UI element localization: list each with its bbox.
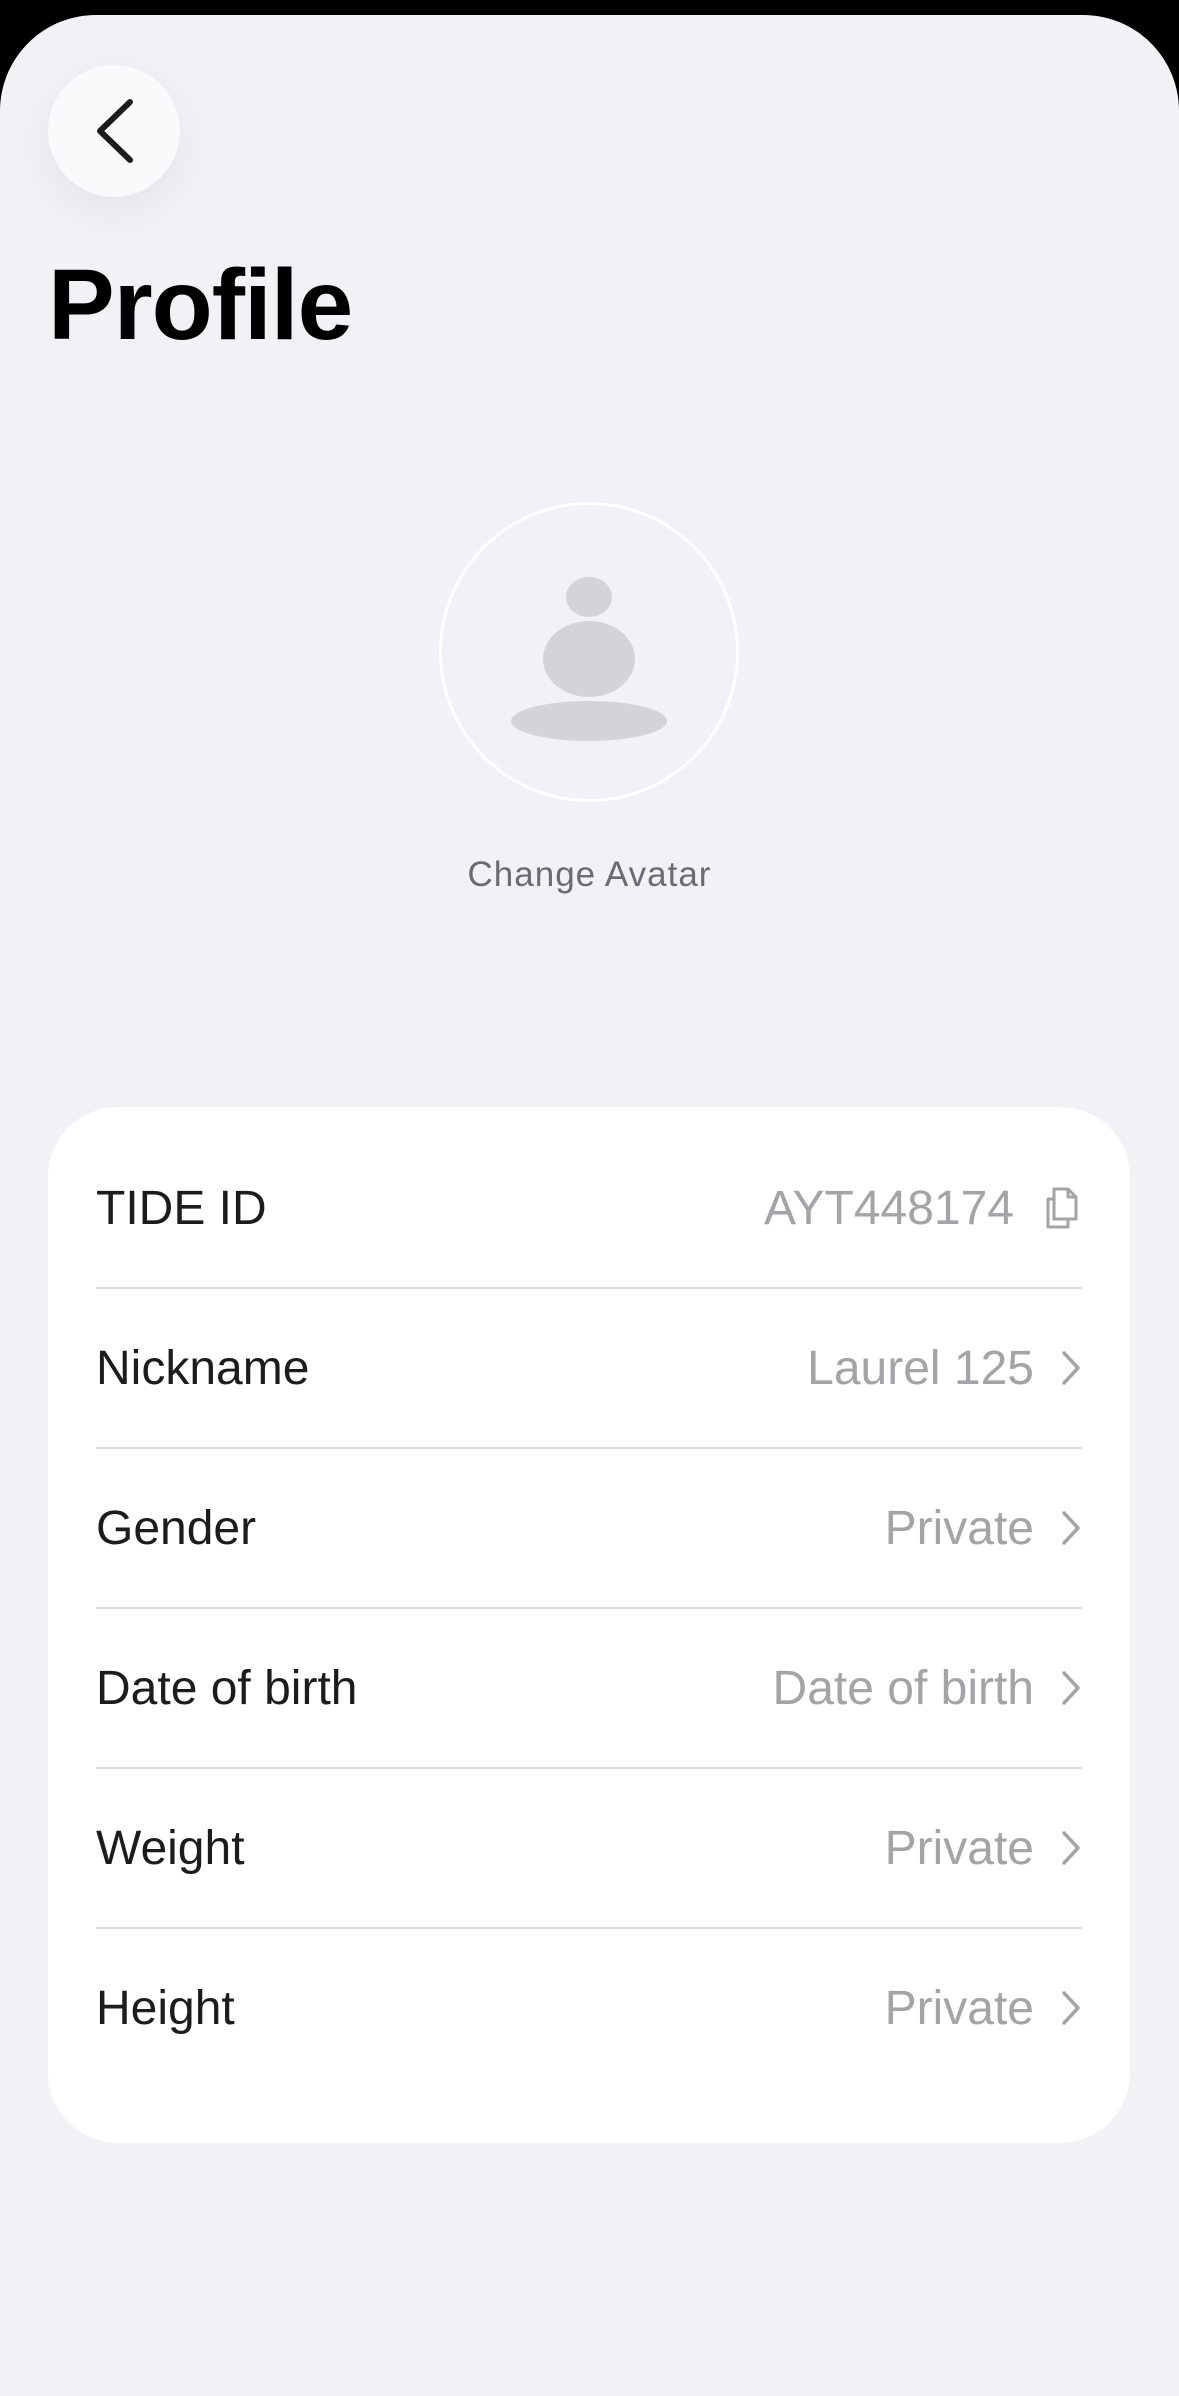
chevron-right-icon (1060, 1830, 1082, 1866)
profile-row-height[interactable]: Height Private (96, 1927, 1082, 2087)
chevron-right-icon (1060, 1990, 1082, 2026)
row-value: Private (884, 1981, 1034, 2035)
row-value: Laurel 125 (807, 1341, 1034, 1395)
profile-row-nickname[interactable]: Nickname Laurel 125 (96, 1287, 1082, 1447)
row-value: Private (884, 1821, 1034, 1875)
person-placeholder-icon (511, 577, 667, 741)
chevron-right-icon (1060, 1670, 1082, 1706)
avatar[interactable] (439, 502, 739, 802)
row-right: Private (885, 1981, 1082, 2036)
profile-screen: Profile Change Avatar TIDE ID AYT448174 (0, 15, 1179, 2396)
row-right: Date of birth (773, 1661, 1082, 1716)
row-label: Nickname (96, 1341, 310, 1395)
profile-row-tide-id: TIDE ID AYT448174 (96, 1129, 1082, 1287)
profile-row-date-of-birth[interactable]: Date of birth Date of birth (96, 1607, 1082, 1767)
row-value: Private (884, 1501, 1034, 1555)
page-title: Profile (48, 249, 353, 361)
tide-id-value: AYT448174 (764, 1181, 1014, 1235)
row-right: AYT448174 (764, 1181, 1082, 1236)
row-label: Date of birth (96, 1661, 358, 1715)
back-button[interactable] (48, 65, 180, 197)
profile-row-weight[interactable]: Weight Private (96, 1767, 1082, 1927)
row-label: Height (96, 1981, 235, 2035)
profile-row-gender[interactable]: Gender Private (96, 1447, 1082, 1607)
row-label: Gender (96, 1501, 257, 1555)
copy-icon[interactable] (1042, 1185, 1082, 1231)
row-label: TIDE ID (96, 1181, 267, 1235)
chevron-left-icon (97, 99, 133, 163)
profile-card: TIDE ID AYT448174 Nickname Laurel 125 Ge… (48, 1107, 1130, 2143)
row-right: Laurel 125 (807, 1341, 1082, 1396)
row-label: Weight (96, 1821, 245, 1875)
chevron-right-icon (1060, 1350, 1082, 1386)
row-value: Date of birth (772, 1661, 1034, 1715)
change-avatar-button[interactable]: Change Avatar (0, 855, 1179, 895)
chevron-right-icon (1060, 1510, 1082, 1546)
row-right: Private (885, 1501, 1082, 1556)
row-right: Private (885, 1821, 1082, 1876)
